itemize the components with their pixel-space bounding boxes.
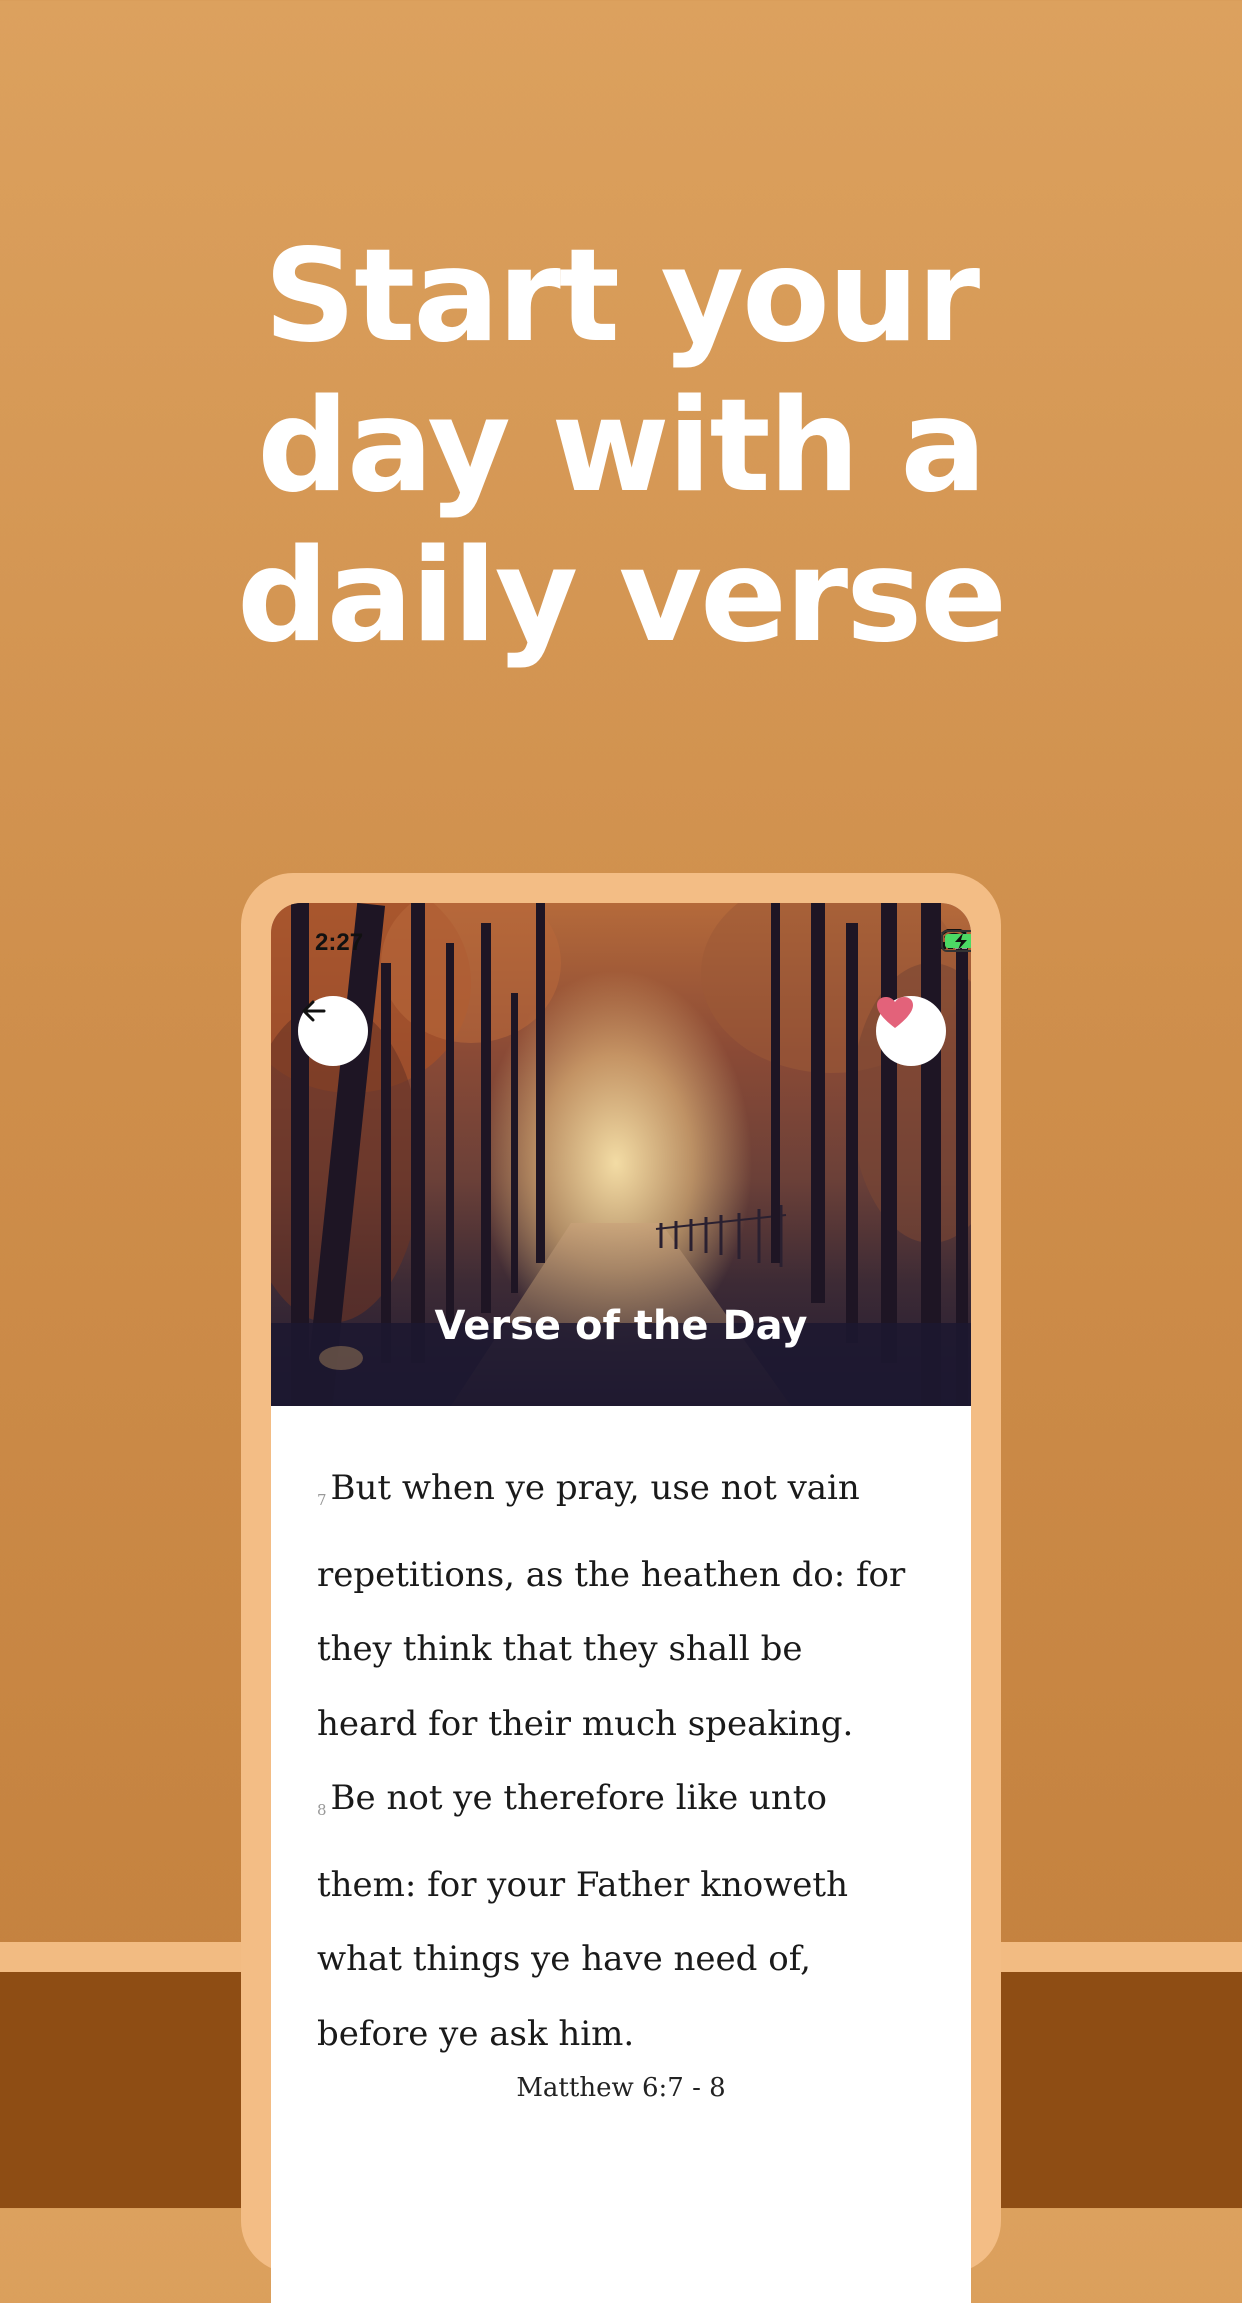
- verse-line: they think that they shall be: [317, 1629, 803, 1669]
- status-bar: 2:27: [271, 903, 971, 983]
- verse-line-text: Be not ye therefore like unto: [330, 1778, 827, 1818]
- verse-number: 8: [317, 1801, 327, 1819]
- headline-line-2: day with a: [257, 372, 986, 521]
- verse-line: 8 Be not ye therefore like unto: [317, 1761, 937, 1848]
- verse-number: 7: [317, 1491, 327, 1509]
- verse-line-text: But when ye pray, use not vain: [330, 1468, 860, 1508]
- headline-line-1: Start your: [263, 222, 980, 371]
- page-title: Verse of the Day: [434, 1303, 808, 1349]
- arrow-left-icon: [302, 1000, 326, 1022]
- verse-line: repetitions, as the heathen do: for: [317, 1554, 906, 1595]
- verse-line: what things ye have need of,: [317, 1939, 811, 1979]
- back-button[interactable]: [298, 996, 368, 1066]
- status-time: 2:27: [315, 929, 364, 956]
- favorite-button[interactable]: [876, 996, 946, 1066]
- verse-text: 7 But when ye pray, use not vain repetiti…: [317, 1451, 937, 2071]
- verse-line: them: for your Father knoweth: [317, 1864, 848, 1905]
- verse-line: heard for their much speaking.: [317, 1703, 854, 1744]
- phone-screen: 2:27 Verse of the Day 7 But when ye pray…: [271, 903, 971, 2303]
- verse-line: 7 But when ye pray, use not vain: [317, 1451, 937, 1538]
- headline: Start your day with a daily verse: [0, 222, 1242, 672]
- phone-frame: 2:27 Verse of the Day 7 But when ye pray…: [241, 873, 1001, 2303]
- verse-reference: Matthew 6:7 - 8: [516, 2073, 726, 2103]
- heart-icon: [877, 997, 913, 1028]
- verse-line: before ye ask him.: [317, 2013, 635, 2054]
- battery-icon: [941, 930, 971, 952]
- hero-image: 2:27 Verse of the Day: [271, 903, 971, 1406]
- headline-line-3: daily verse: [236, 522, 1007, 671]
